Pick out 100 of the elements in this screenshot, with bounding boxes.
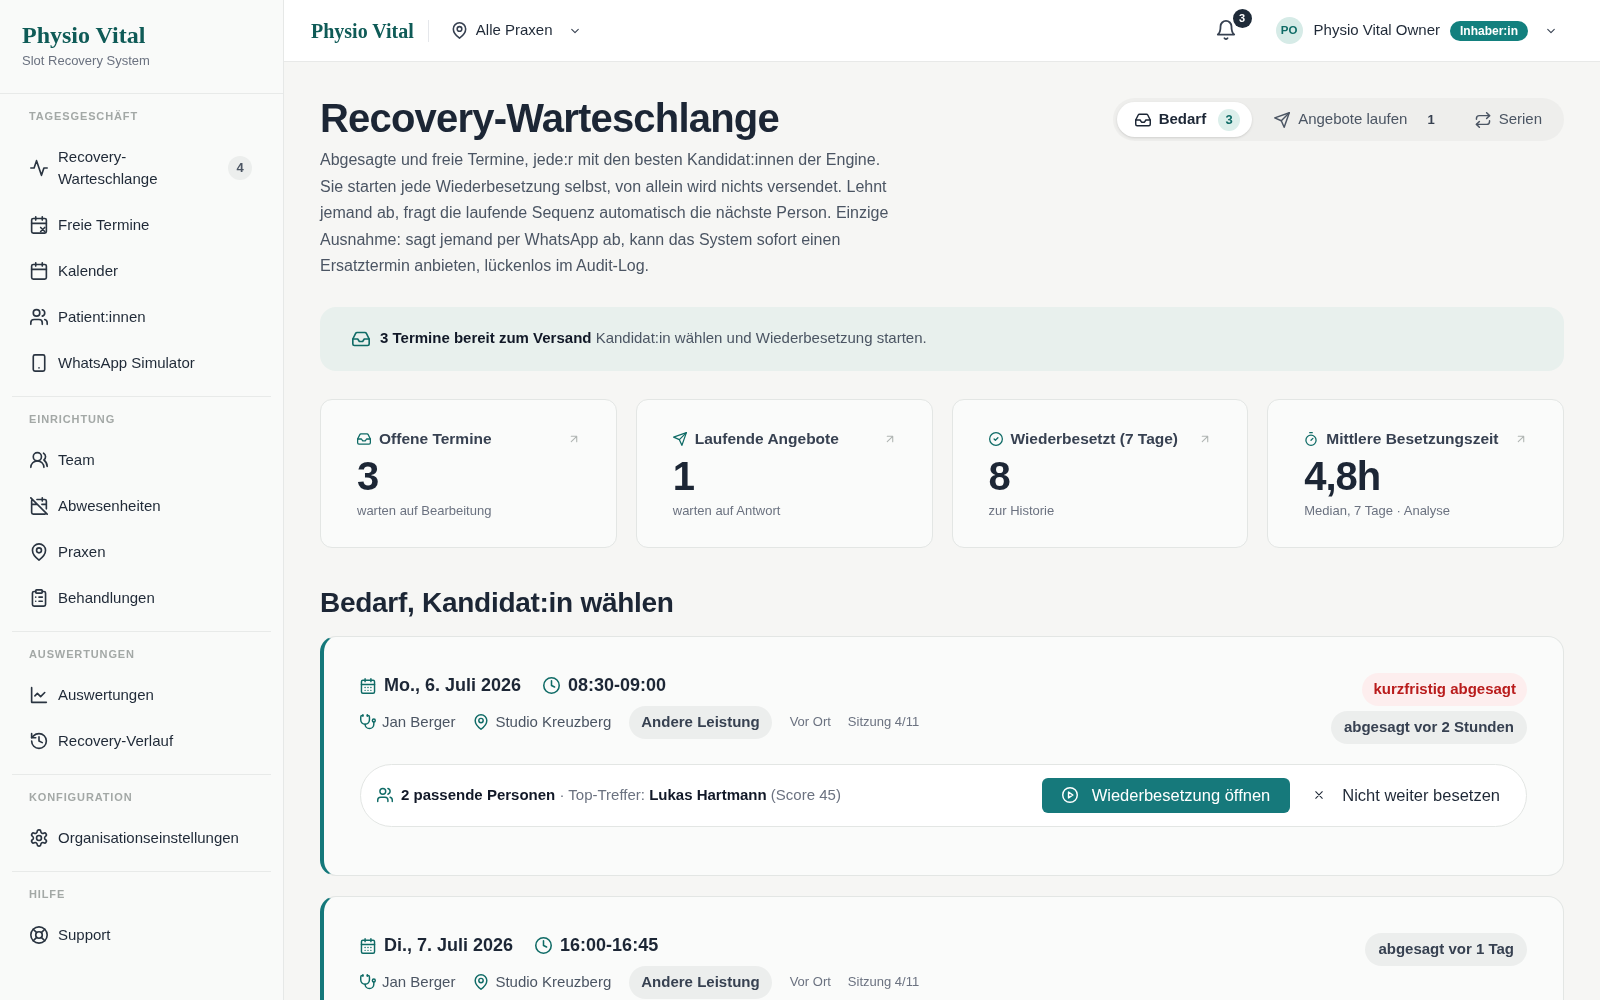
close-icon [1313,789,1326,801]
notification-count-badge: 3 [1232,8,1252,28]
reopen-button[interactable]: Wiederbesetzung öffnen [1041,777,1291,813]
brand-logo: Physio Vital [22,21,146,49]
kpi-label: Mittlere Besetzungszeit [1326,428,1499,449]
calendar-icon [360,937,376,954]
location-name: Studio Kreuzberg [495,971,612,992]
user-name: Physio Vital Owner [1313,20,1440,41]
nav-section-heading: KONFIGURATION [28,790,133,805]
location-dropdown[interactable]: Alle Praxen [442,15,589,46]
kpi-value: 4,8h [1304,453,1381,498]
calendar-icon [30,262,48,280]
visit-mode: Vor Ort [789,713,831,732]
sidebar-item[interactable]: Abwesenheiten [12,483,271,529]
sidebar-item[interactable]: Praxen [12,529,271,575]
people-icon [30,451,48,469]
people-icon [30,308,48,326]
kpi-label: Wiederbesetzt (7 Tage) [1010,428,1179,449]
stethoscope-icon [360,714,376,730]
session-count: Sitzung 4/11 [847,713,920,732]
clock-icon [535,937,553,954]
sidebar-item[interactable]: Kalender [12,248,271,294]
status-tag: abgesagt vor 2 Stunden [1330,710,1527,744]
timer-icon [1304,431,1319,446]
slot-date: Di., 7. Juli 2026 [384,934,514,957]
kpi-value: 1 [672,453,694,498]
calendar-off-icon [30,497,48,515]
people-icon [377,787,393,803]
line-chart-icon [30,686,48,704]
inbox-icon [357,431,371,446]
bell-icon[interactable] [1215,19,1236,40]
slot-time: 08:30-09:00 [568,674,667,697]
session-count: Sitzung 4/11 [847,973,920,992]
page-title: Recovery-Warteschlange [320,95,779,142]
section-heading: Bedarf, Kandidat:in wählen [320,585,674,620]
avatar: PO [1275,17,1303,44]
tab-count: 1 [1427,110,1435,129]
kpi-note: zur Historie [988,501,1055,520]
tab[interactable]: Serien [1456,102,1560,137]
page-description: Abgesagte und freie Termine, jede:r mit den besten Kandidat:innen der Engine. Sie starten jede Wiederbesetzung selbst, von allein wird nichts versendet. Lehnt jemand ab, fragt die laufende Sequenz automatisch die nächste Person. Einzige Ausnahme: sagt jemand per WhatsApp ab, kann das System sofort einen Ersatztermin anbieten, lückenlos im Audit-Log. [320,150,890,276]
role-badge: Inhaber:in [1450,20,1528,41]
sidebar-item[interactable]: WhatsApp Simulator [12,340,271,386]
kpi-card[interactable]: Offene Termine 3 warten auf Bearbeitung [320,398,617,548]
header-logo: Physio Vital [311,18,414,43]
sidebar-item[interactable]: Organisationseinstellungen [12,815,271,861]
history-icon [30,732,48,750]
lifebuoy-icon [30,926,48,944]
map-pin-icon [30,543,48,561]
sidebar-item[interactable]: Freie Termine [12,202,271,248]
sidebar-item[interactable]: Recovery-Warteschlange 4 [12,134,271,202]
kpi-value: 3 [357,453,379,498]
repeat-icon [1474,111,1491,128]
tab[interactable]: Angebote laufen 1 [1256,102,1453,137]
nav-section-heading: TAGESGESCHÄFT [28,109,139,124]
sidebar-item[interactable]: Behandlungen [12,575,271,621]
sidebar-item[interactable]: Patient:innen [12,294,271,340]
send-icon [1274,111,1291,128]
brand-tagline: Slot Recovery System [22,52,150,70]
dismiss-button[interactable]: Nicht weiter besetzen [1305,777,1508,813]
map-pin-icon [473,974,490,990]
nav-section-heading: AUSWERTUNGEN [28,647,135,662]
sidebar-item[interactable]: Team [12,437,271,483]
kpi-card[interactable]: Laufende Angebote 1 warten auf Antwort [635,398,933,548]
sidebar-item[interactable]: Recovery-Verlauf [12,718,271,764]
kpi-note: Median, 7 Tage · Analyse [1304,501,1450,520]
service-tag: Andere Leistung [629,705,772,739]
kpi-label: Laufende Angebote [694,428,839,449]
check-circle-icon [988,431,1003,446]
nav-section-heading: EINRICHTUNG [28,412,116,427]
sidebar-item[interactable]: Support [12,912,271,958]
play-icon [1061,787,1078,803]
map-pin-icon [473,714,490,730]
kpi-value: 8 [988,453,1010,498]
send-icon [672,431,687,446]
sidebar-item[interactable]: Auswertungen [12,672,271,718]
count-badge: 4 [228,156,252,180]
banner-message: 3 Termine bereit zum Versand Kandidat:in wählen und Wiederbesetzung starten. [380,328,927,349]
kpi-card[interactable]: Wiederbesetzt (7 Tage) 8 zur Historie [951,398,1249,548]
inbox-icon [1134,111,1151,128]
kpi-card[interactable]: Mittlere Besetzungszeit 4,8h Median, 7 Tage · Analyse [1267,398,1564,548]
location-name: Studio Kreuzberg [495,711,612,732]
kpi-label: Offene Termine [379,428,492,449]
tab[interactable]: Bedarf 3 [1116,102,1253,137]
tab-count-badge: 3 [1218,108,1241,131]
match-summary: 2 passende Personen · Top-Treffer: Lukas Hartmann (Score 45) [401,784,841,805]
status-tag: abgesagt vor 1 Tag [1365,932,1527,966]
map-pin-icon [450,22,468,39]
stethoscope-icon [360,974,376,990]
slot-date: Mo., 6. Juli 2026 [384,674,522,697]
status-tag: kurzfristig abgesagt [1362,672,1527,706]
slot-time: 16:00-16:45 [560,934,659,957]
visit-mode: Vor Ort [789,973,831,992]
kpi-note: warten auf Bearbeitung [357,501,492,520]
calendar-icon [360,677,376,694]
inbox-icon [352,329,370,348]
nav-section-heading: HILFE [28,887,66,902]
calendar-x-icon [30,216,48,234]
clipboard-icon [30,589,48,607]
pulse-icon [30,159,48,177]
therapist-name: Jan Berger [382,971,456,992]
